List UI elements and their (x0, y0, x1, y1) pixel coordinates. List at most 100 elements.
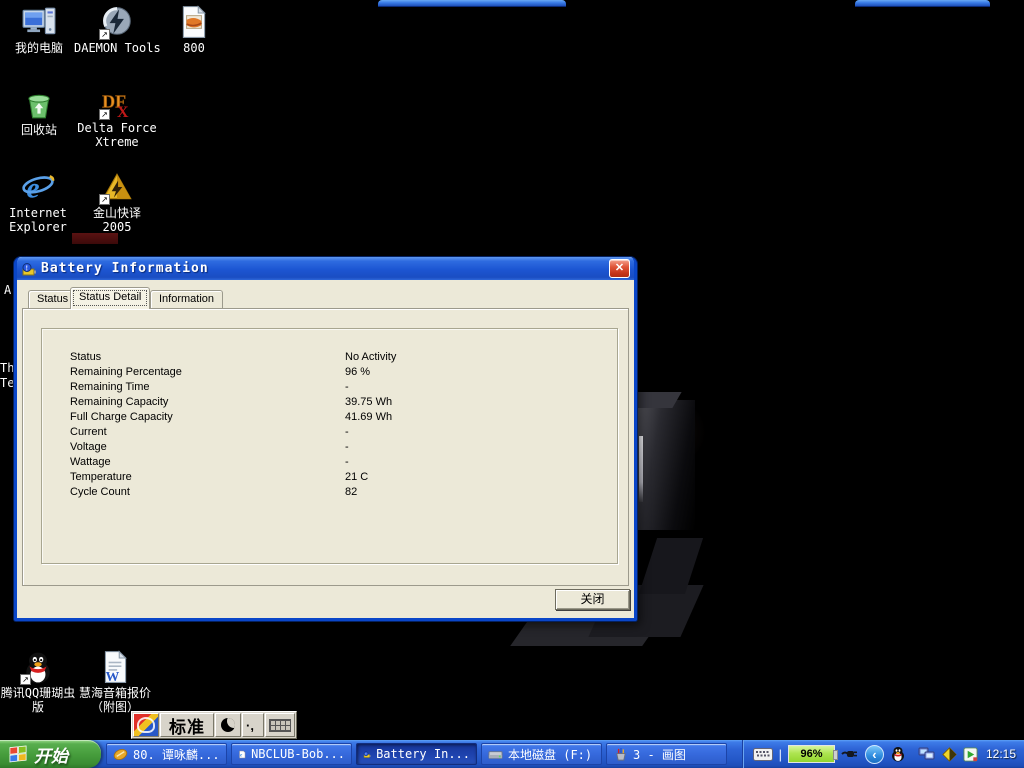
media-tray-icon[interactable] (963, 747, 978, 762)
collapse-tray-chevron-icon[interactable]: ‹ (865, 745, 884, 764)
icon-label: 腾讯QQ珊瑚虫 (0, 686, 81, 700)
ime-toolbar[interactable]: 标准 ·, (131, 711, 297, 739)
ie-page-icon: e (238, 747, 246, 762)
desktop-icon-daemon-tools[interactable]: ↗ DAEMON Tools (74, 5, 160, 55)
close-icon[interactable]: ✕ (609, 259, 630, 278)
icon-label: 慧海音箱报价 (72, 686, 158, 700)
windows-flag-icon (8, 744, 29, 764)
icon-label: Delta Force (74, 121, 160, 135)
background-window-titlebar-fragment[interactable] (378, 0, 566, 7)
desktop-icon-recycle-bin[interactable]: 回收站 (0, 87, 82, 137)
svg-text:X: X (117, 104, 129, 119)
my-computer-icon (22, 5, 56, 39)
moon-icon (221, 718, 235, 732)
ime-logo-icon[interactable] (133, 713, 159, 737)
icon-label: 回收站 (0, 123, 82, 137)
icon-label-line2: Explorer (0, 220, 81, 234)
ime-mode-button[interactable]: 标准 (160, 713, 214, 737)
ime-punctuation-button[interactable]: ·, (242, 713, 264, 737)
music-player-icon (113, 747, 128, 762)
wallpaper-3d-shape-edge (639, 436, 643, 502)
covered-icon-fragment (72, 233, 118, 244)
desktop-icon-my-computer[interactable]: 我的电脑 (0, 5, 82, 55)
image-document-icon (177, 5, 211, 39)
info-row: Full Charge Capacity41.69 Wh (42, 411, 617, 426)
tab-status-detail[interactable]: Status Detail (70, 287, 150, 309)
task-label: NBCLUB-Bob... (251, 747, 345, 761)
info-row: Temperature21 C (42, 471, 617, 486)
start-label: 开始 (34, 742, 68, 767)
battery-information-dialog: ! Battery Information ✕ Status Status De… (14, 257, 637, 621)
battery-icon: ! (363, 747, 371, 762)
task-label: 3 - 画图 (633, 746, 686, 763)
background-window-titlebar-fragment[interactable] (855, 0, 990, 7)
ime-softkeyboard-button[interactable] (265, 713, 295, 737)
tab-information[interactable]: Information (150, 290, 223, 308)
ime-fullwidth-button[interactable] (215, 713, 241, 737)
keyboard-tray-icon[interactable] (753, 748, 773, 761)
covered-icon-label: A (4, 283, 11, 297)
shortcut-arrow-icon: ↗ (99, 29, 110, 40)
shortcut-arrow-icon: ↗ (20, 674, 31, 685)
icon-label-line2: Xtreme (74, 135, 160, 149)
system-tray: | 96% ‹ (742, 740, 1024, 768)
battery-info-panel: StatusNo Activity Remaining Percentage96… (41, 328, 618, 564)
recycle-bin-icon (22, 87, 56, 121)
desktop-icon-kingsoft-fasttrans[interactable]: ↗ 金山快译 2005 (74, 170, 160, 234)
tray-clock[interactable]: 12:15 (986, 747, 1016, 761)
info-row: Voltage- (42, 441, 617, 456)
close-dialog-button[interactable]: 关闭 (555, 589, 630, 610)
punctuation-icon: ·, (246, 718, 260, 733)
info-row: Cycle Count82 (42, 486, 617, 501)
desktop-icon-800[interactable]: 800 (151, 5, 237, 55)
icon-label: DAEMON Tools (74, 41, 160, 55)
start-button[interactable]: 开始 (0, 740, 101, 768)
taskbar-task-nbclub[interactable]: e NBCLUB-Bob... (231, 743, 352, 765)
info-row: Remaining Percentage96 % (42, 366, 617, 381)
desktop-icon-internet-explorer[interactable]: e Internet Explorer (0, 170, 81, 234)
qq-tray-icon[interactable] (890, 746, 906, 762)
taskbar-task-paint[interactable]: 3 - 画图 (606, 743, 727, 765)
info-row: StatusNo Activity (42, 351, 617, 366)
network-tray-icon[interactable] (918, 747, 936, 761)
keyboard-icon (269, 719, 291, 732)
svg-text:!: ! (365, 752, 366, 756)
paint-icon (613, 747, 628, 762)
task-label: Battery In... (376, 747, 470, 761)
dialog-titlebar[interactable]: ! Battery Information ✕ (17, 257, 634, 280)
battery-tray-indicator[interactable]: 96% (788, 745, 835, 763)
icon-label: 800 (151, 41, 237, 55)
shortcut-arrow-icon: ↗ (99, 109, 110, 120)
desktop-icon-delta-force-xtreme[interactable]: DF X ↗ Delta Force Xtreme (74, 85, 160, 149)
icon-label-line2: 2005 (74, 220, 160, 234)
svg-text:W: W (105, 669, 119, 684)
desktop-icon-word-doc[interactable]: W 慧海音箱报价 （附图） (72, 650, 158, 714)
desktop-icon-qq-coral[interactable]: ↗ 腾讯QQ珊瑚虫 版 (0, 650, 81, 714)
task-label: 80. 谭咏麟... (133, 746, 220, 763)
info-row: Remaining Time- (42, 381, 617, 396)
internet-explorer-icon: e (21, 170, 55, 204)
word-document-icon: W (98, 650, 132, 684)
icon-label: Internet (0, 206, 81, 220)
taskbar: 开始 80. 谭咏麟... e NBCLUB-Bob... ! Battery … (0, 740, 1024, 768)
daemon-tray-icon[interactable] (942, 747, 957, 762)
desktop-root: { "glyphs": { "shortcut": "↗", "close_x"… (0, 0, 1024, 768)
battery-icon: ! (21, 261, 37, 277)
taskbar-task-local-disk-f[interactable]: 本地磁盘 (F:) (481, 743, 602, 765)
covered-icon-label: Te (0, 376, 14, 390)
info-row: Current- (42, 426, 617, 441)
tab-page-status-detail: StatusNo Activity Remaining Percentage96… (22, 308, 629, 586)
taskbar-task-music[interactable]: 80. 谭咏麟... (106, 743, 227, 765)
icon-label-line2: 版 (0, 700, 81, 714)
icon-label: 我的电脑 (0, 41, 82, 55)
taskbar-task-battery[interactable]: ! Battery In... (356, 743, 477, 765)
ime-mode-label: 标准 (164, 713, 210, 738)
battery-info-rows: StatusNo Activity Remaining Percentage96… (42, 351, 617, 501)
dialog-title: Battery Information (41, 261, 605, 276)
ac-plug-icon[interactable] (841, 746, 859, 762)
disk-drive-icon (488, 747, 503, 762)
shortcut-arrow-icon: ↗ (99, 194, 110, 205)
tray-separator: | (779, 747, 782, 762)
info-row: Wattage- (42, 456, 617, 471)
task-label: 本地磁盘 (F:) (508, 746, 592, 763)
